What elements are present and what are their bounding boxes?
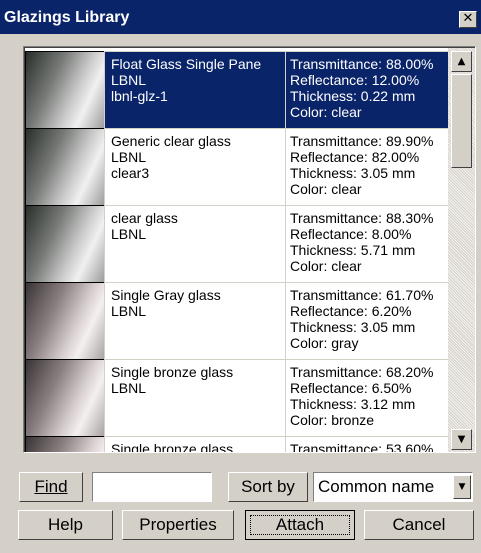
sort-by-label: Sort by: [241, 477, 295, 496]
glazing-name: Single bronze glass: [111, 364, 234, 380]
glazing-reflectance: Reflectance: 12.00%: [290, 72, 420, 88]
glazing-source: LBNL: [111, 149, 147, 165]
glazing-thickness: Thickness: 3.05 mm: [290, 319, 416, 335]
glazing-row[interactable]: Single Gray glass LBNL Transmittance: 61…: [25, 282, 448, 359]
glazing-name-cell: clear glass LBNL: [104, 205, 285, 282]
glazing-row[interactable]: Float Glass Single Pane LBNL lbnl-glz-1 …: [25, 51, 448, 128]
glazing-id: clear3: [111, 165, 150, 181]
glazing-row[interactable]: Single bronze glass Transmittance: 53.60…: [25, 436, 448, 452]
help-button[interactable]: Help: [18, 510, 113, 540]
glazing-transmittance: Transmittance: 61.70%: [290, 287, 434, 303]
glazings-list-frame: Float Glass Single Pane LBNL lbnl-glz-1 …: [23, 46, 476, 453]
glazing-name-cell: Float Glass Single Pane LBNL lbnl-glz-1: [104, 51, 285, 128]
scroll-down-button[interactable]: ▼: [451, 429, 472, 450]
glazing-color: Color: clear: [290, 258, 362, 274]
glazing-reflectance: Reflectance: 6.20%: [290, 303, 412, 319]
vertical-scrollbar[interactable]: ▲ ▼: [448, 48, 475, 452]
glazings-rows: Float Glass Single Pane LBNL lbnl-glz-1 …: [25, 51, 448, 452]
glazings-library-dialog: Glazings Library ✕ Float Glass Single Pa…: [0, 0, 481, 553]
find-input[interactable]: [92, 472, 212, 502]
properties-button[interactable]: Properties: [122, 510, 234, 540]
glazing-name: Single bronze glass: [111, 441, 234, 452]
glazing-thickness: Thickness: 0.22 mm: [290, 88, 416, 104]
glazing-source: LBNL: [111, 226, 147, 242]
glazing-properties-cell: Transmittance: 68.20% Reflectance: 6.50%…: [285, 359, 448, 436]
glazing-properties-cell: Transmittance: 88.30% Reflectance: 8.00%…: [285, 205, 448, 282]
glass-thumbnail: [25, 205, 104, 282]
glazing-transmittance: Transmittance: 53.60%: [290, 441, 434, 452]
arrow-down-icon: ▼: [457, 434, 466, 445]
chevron-down-icon: ▼: [458, 482, 466, 492]
arrow-up-icon: ▲: [457, 56, 466, 67]
glass-thumbnail: [25, 359, 104, 436]
glazing-color: Color: bronze: [290, 412, 375, 428]
glazing-source: LBNL: [111, 72, 147, 88]
glass-thumbnail: [25, 282, 104, 359]
glazing-name-cell: Single bronze glass: [104, 436, 285, 452]
dropdown-button[interactable]: ▼: [453, 475, 471, 499]
help-button-label: Help: [48, 515, 83, 534]
attach-button[interactable]: Attach: [245, 510, 355, 540]
glazing-name: clear glass: [111, 210, 178, 226]
glazing-color: Color: clear: [290, 104, 362, 120]
glazing-transmittance: Transmittance: 89.90%: [290, 133, 434, 149]
properties-button-label: Properties: [139, 515, 217, 534]
cancel-button-label: Cancel: [392, 515, 446, 534]
glazing-properties-cell: Transmittance: 89.90% Reflectance: 82.00…: [285, 128, 448, 205]
sort-by-button[interactable]: Sort by: [228, 472, 308, 502]
glazing-row[interactable]: Single bronze glass LBNL Transmittance: …: [25, 359, 448, 436]
glazing-properties-cell: Transmittance: 53.60%: [285, 436, 448, 452]
glazing-name-cell: Generic clear glass LBNL clear3: [104, 128, 285, 205]
find-button-label: Find: [34, 477, 68, 496]
glazing-row[interactable]: clear glass LBNL Transmittance: 88.30% R…: [25, 205, 448, 282]
glazing-color: Color: clear: [290, 181, 362, 197]
glass-thumbnail: [25, 128, 104, 205]
glazing-reflectance: Reflectance: 6.50%: [290, 380, 412, 396]
glazing-name-cell: Single bronze glass LBNL: [104, 359, 285, 436]
glazing-name: Generic clear glass: [111, 133, 231, 149]
glazing-id: lbnl-glz-1: [111, 88, 168, 104]
glazing-source: LBNL: [111, 380, 147, 396]
glazing-color: Color: gray: [290, 335, 359, 351]
glazing-thickness: Thickness: 5.71 mm: [290, 242, 416, 258]
glazing-thickness: Thickness: 3.05 mm: [290, 165, 416, 181]
glazing-transmittance: Transmittance: 88.30%: [290, 210, 434, 226]
scrollbar-thumb[interactable]: [451, 74, 472, 168]
glazing-reflectance: Reflectance: 8.00%: [290, 226, 412, 242]
find-button[interactable]: Find: [19, 472, 83, 502]
scroll-up-button[interactable]: ▲: [451, 51, 472, 72]
glazing-thickness: Thickness: 3.12 mm: [290, 396, 416, 412]
close-icon: ✕: [462, 11, 474, 26]
glazing-name-cell: Single Gray glass LBNL: [104, 282, 285, 359]
glazing-transmittance: Transmittance: 88.00%: [290, 56, 434, 72]
sort-field-select[interactable]: Common name ▼: [313, 472, 473, 502]
cancel-button[interactable]: Cancel: [364, 510, 474, 540]
close-button[interactable]: ✕: [459, 11, 477, 28]
glass-thumbnail: [25, 51, 104, 128]
glazing-row[interactable]: Generic clear glass LBNL clear3 Transmit…: [25, 128, 448, 205]
title-bar[interactable]: Glazings Library ✕: [0, 0, 481, 34]
glass-thumbnail: [25, 436, 104, 452]
glazing-properties-cell: Transmittance: 61.70% Reflectance: 6.20%…: [285, 282, 448, 359]
glazing-properties-cell: Transmittance: 88.00% Reflectance: 12.00…: [285, 51, 448, 128]
focus-rectangle: [250, 515, 350, 535]
glazing-reflectance: Reflectance: 82.00%: [290, 149, 420, 165]
glazing-name: Float Glass Single Pane: [111, 56, 262, 72]
glazing-name: Single Gray glass: [111, 287, 221, 303]
glazing-source: LBNL: [111, 303, 147, 319]
glazing-transmittance: Transmittance: 68.20%: [290, 364, 434, 380]
glazings-list[interactable]: Float Glass Single Pane LBNL lbnl-glz-1 …: [24, 47, 475, 452]
window-title: Glazings Library: [4, 9, 130, 26]
sort-field-value: Common name: [318, 477, 435, 496]
